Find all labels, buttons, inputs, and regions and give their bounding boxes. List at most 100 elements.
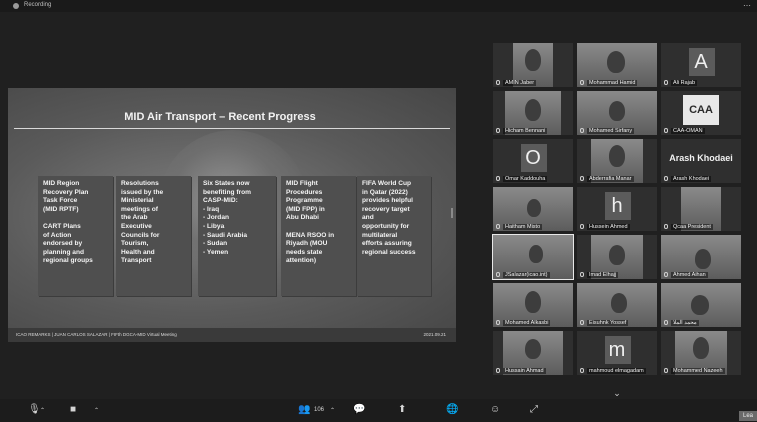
participants-count: 106 [314, 407, 325, 413]
participant-tile[interactable]: Hussain Ahmad [493, 331, 573, 375]
window-top-bar: Recording ⋯ [0, 0, 757, 12]
participant-name: CAA-OMAN [671, 128, 705, 134]
participant-name: Mohammad Hamid [587, 80, 638, 86]
mic-muted-icon [496, 128, 500, 133]
participant-name: Hicham Bennani [503, 128, 548, 134]
globe-icon[interactable]: 🌐 [446, 404, 458, 415]
fullscreen-icon[interactable]: ⤢ [530, 404, 538, 415]
avatar-letter: A [694, 51, 708, 73]
participant-name: JSalazar(icao.int) [503, 272, 550, 278]
participant-name: Haitham Misto [503, 224, 543, 230]
participant-name: Mohamed Sirfany [587, 128, 635, 134]
mic-muted-icon [496, 224, 500, 229]
mic-muted-icon [580, 80, 584, 85]
participant-tile[interactable]: AMIN Jaber [493, 43, 573, 87]
mic-muted-icon [580, 176, 584, 181]
stop-video-icon[interactable]: ■ [70, 404, 76, 415]
video-options-chevron-icon[interactable]: ⌃ [94, 407, 99, 414]
slide-card-4: MID Flight Procedures Programme (MID FPP… [281, 176, 356, 296]
participant-display-name: Arash Khodaei [669, 153, 733, 163]
slide-card-1: MID Region Recovery Plan Task Force (MID… [38, 176, 113, 296]
audio-options-chevron-icon[interactable]: ⌃ [40, 407, 45, 414]
mic-muted-icon [580, 272, 584, 277]
mic-muted-icon [496, 176, 500, 181]
participant-tile[interactable]: A Ali Rajab [661, 43, 741, 87]
participant-name: Abderrafia Manar [587, 176, 634, 182]
participant-tile[interactable]: Haitham Misto [493, 187, 573, 231]
participant-name: Mohammed Nazeeh [671, 368, 725, 374]
participant-tile[interactable]: Mohamed Sirfany [577, 91, 657, 135]
participant-name: Imad Elhajj [587, 272, 619, 278]
participant-name: AMIN Jaber [503, 80, 537, 86]
mic-muted-icon [664, 320, 668, 325]
recording-indicator-icon [13, 3, 19, 9]
avatar-letter: h [611, 195, 623, 217]
participant-name: Eisuhnk Yossef [587, 320, 629, 326]
participant-tile[interactable]: Mohammad Hamid [577, 43, 657, 87]
split-view-handle[interactable] [451, 208, 453, 218]
participant-name: Ali Rajab [671, 80, 698, 86]
participant-tile[interactable]: CAA CAA-OMAN [661, 91, 741, 135]
mic-muted-icon [496, 320, 500, 325]
mic-muted-icon [664, 128, 668, 133]
chat-icon[interactable]: 💬 [353, 404, 365, 415]
mic-muted-icon [496, 80, 500, 85]
title-underline [14, 128, 450, 129]
participant-tile[interactable]: Mohamed Alkasbi [493, 283, 573, 327]
mic-muted-icon [664, 80, 668, 85]
meeting-toolbar: 🎙︎ ⌃ ■ ⌃ 👥 106 ⌃ 💬 ⬆ 🌐 ☺ ⤢ Lea [0, 399, 757, 422]
shared-screen: MID Air Transport – Recent Progress MID … [8, 88, 456, 342]
recording-label: Recording [24, 2, 52, 8]
participant-tile[interactable]: Abderrafia Manar [577, 139, 657, 183]
participant-tile[interactable]: Hicham Bennani [493, 91, 573, 135]
participant-tile[interactable]: Arash Khodaei Arash Khodaei [661, 139, 741, 183]
participant-tile[interactable]: محمد الملا [661, 283, 741, 327]
slide-footer: ICAO REMARKS | JUAN CARLOS SALAZAR | FIF… [8, 328, 456, 342]
share-screen-icon[interactable]: ⬆ [398, 404, 406, 415]
mic-muted-icon [664, 224, 668, 229]
participant-name: Arash Khodaei [671, 176, 712, 182]
mic-muted-icon [580, 368, 584, 373]
avatar-letter: m [608, 339, 626, 361]
participant-name: Omar Kaddouha [503, 176, 548, 182]
participants-options-chevron-icon[interactable]: ⌃ [330, 407, 335, 414]
participant-name: Qcaa President [671, 224, 713, 230]
slide-card-3: Six States now benefiting from CASP-MID:… [198, 176, 276, 296]
slide-footer-left: ICAO REMARKS | JUAN CARLOS SALAZAR | FIF… [16, 332, 177, 337]
participant-name: Mohamed Alkasbi [503, 320, 551, 326]
caa-logo: CAA [683, 95, 719, 125]
participant-name: Hussein Ahmed [587, 224, 630, 230]
mic-muted-icon [580, 224, 584, 229]
participant-name: Hussain Ahmad [503, 368, 546, 374]
view-options-icon[interactable]: ⋯ [743, 1, 751, 10]
slide-card-5: FIFA World Cup in Qatar (2022) provides … [357, 176, 431, 296]
participant-name: محمد الملا [671, 320, 699, 326]
gallery-next-page-icon[interactable]: ⌄ [607, 388, 627, 398]
participant-name: Ahmed Aihan [671, 272, 708, 278]
leave-button[interactable]: Lea [739, 411, 757, 421]
participant-tile[interactable]: Eisuhnk Yossef [577, 283, 657, 327]
mic-icon [496, 272, 500, 277]
slide-title: MID Air Transport – Recent Progress [124, 111, 316, 123]
slide-footer-date: 2021.09.21 [423, 332, 446, 337]
participant-tile[interactable]: h Hussein Ahmed [577, 187, 657, 231]
mic-muted-icon [664, 368, 668, 373]
avatar-letter: O [525, 147, 541, 169]
participant-tile[interactable]: O Omar Kaddouha [493, 139, 573, 183]
mute-mic-icon[interactable]: 🎙︎ [28, 404, 41, 415]
mic-muted-icon [496, 368, 500, 373]
reactions-icon[interactable]: ☺ [490, 404, 500, 415]
participants-icon[interactable]: 👥 [298, 404, 310, 415]
participant-tile[interactable]: Imad Elhajj [577, 235, 657, 279]
mic-muted-icon [580, 320, 584, 325]
participant-tile[interactable]: Mohammed Nazeeh [661, 331, 741, 375]
participant-name: mahmoud elmagadam [587, 368, 646, 374]
slide-card-2: Resolutions issued by the Ministerial me… [116, 176, 191, 296]
mic-muted-icon [580, 128, 584, 133]
participant-tile-active-speaker[interactable]: JSalazar(icao.int) [492, 234, 574, 280]
participant-tile[interactable]: m mahmoud elmagadam [577, 331, 657, 375]
mic-muted-icon [664, 272, 668, 277]
participant-tile[interactable]: Qcaa President [661, 187, 741, 231]
participant-tile[interactable]: Ahmed Aihan [661, 235, 741, 279]
mic-muted-icon [664, 176, 668, 181]
